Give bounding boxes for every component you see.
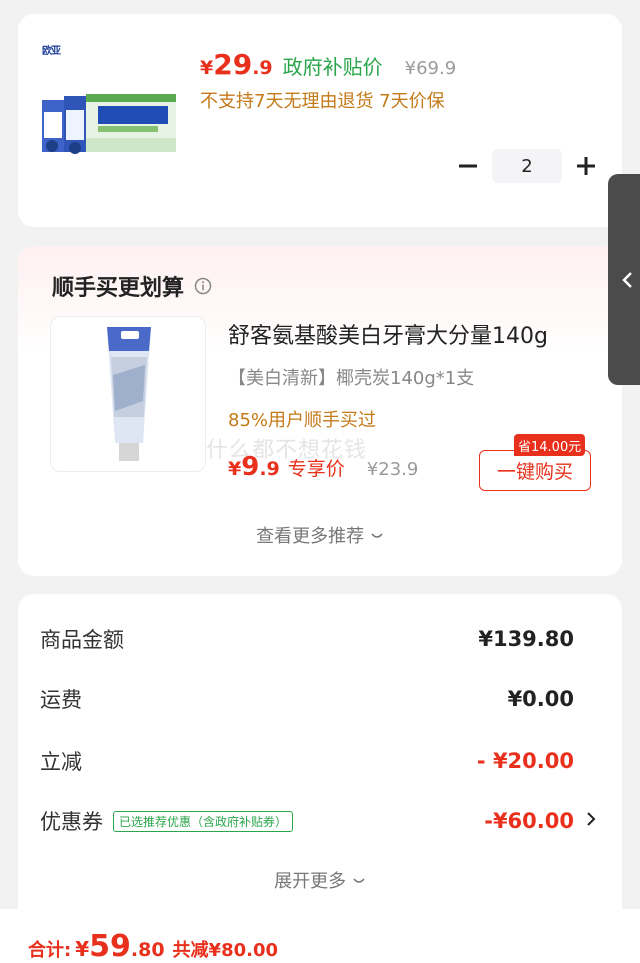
subtotal-value: ¥139.80	[478, 627, 574, 651]
increase-button[interactable]	[568, 148, 604, 184]
recommend-product-spec: 【美白清新】椰壳炭140g*1支	[228, 368, 475, 389]
expand-more-label: 展开更多	[274, 871, 347, 892]
recommend-price-integer: 9	[241, 452, 260, 482]
product-image[interactable]	[42, 94, 176, 156]
one-click-buy-button[interactable]: 一键购买	[479, 450, 591, 491]
discount-label: 立减	[40, 750, 82, 774]
side-panel-handle[interactable]	[608, 174, 640, 385]
subtotal-label: 商品金额	[40, 628, 124, 652]
quantity-input[interactable]: 2	[492, 149, 562, 183]
decrease-button[interactable]	[450, 148, 486, 184]
coupon-label-wrap: 优惠券 已选推荐优惠（含政府补贴券）	[40, 806, 294, 836]
shipping-value: ¥0.00	[507, 687, 574, 711]
return-policy: 不支持7天无理由退货 7天价保	[200, 91, 445, 112]
coupon-tag: 已选推荐优惠（含政府补贴券）	[113, 810, 294, 832]
price-integer: 29	[213, 48, 253, 81]
cart-item-card: 欧亚 ¥ 29 .9 政府补贴价 ¥69.9 不支持7天无理由退货 7天价保 2	[18, 14, 622, 227]
summary-row-coupon[interactable]: 优惠券 已选推荐优惠（含政府补贴券） -¥60.00	[40, 804, 574, 838]
gov-subsidy-label: 政府补贴价	[282, 55, 383, 79]
coupon-label: 优惠券	[40, 810, 103, 834]
chevron-left-icon	[622, 271, 632, 288]
summary-row-discount: 立减 - ¥20.00	[40, 744, 574, 778]
recommend-original-price: ¥23.9	[366, 459, 419, 480]
price-symbol: ¥	[200, 57, 214, 79]
more-recommend-label: 查看更多推荐	[256, 526, 365, 547]
recommend-product-name[interactable]: 舒客氨基酸美白牙膏大分量140g	[228, 318, 548, 350]
order-summary-card: 商品金额 ¥139.80 运费 ¥0.00 立减 - ¥20.00 优惠券 已选…	[18, 594, 622, 934]
expand-more-link[interactable]: 展开更多	[18, 867, 622, 893]
total-symbol: ¥	[75, 937, 90, 961]
recommend-product-image[interactable]	[50, 316, 206, 472]
summary-row-subtotal: 商品金额 ¥139.80	[40, 622, 574, 656]
price-decimal: .9	[252, 57, 273, 79]
coupon-value: -¥60.00	[484, 809, 574, 833]
minus-icon	[459, 164, 477, 168]
save-badge: 省14.00元	[514, 434, 586, 456]
recommend-price-row: ¥ 9 .9 专享价 ¥23.9	[228, 452, 418, 482]
price-row: ¥ 29 .9 政府补贴价 ¥69.9	[200, 48, 456, 84]
recommend-price-decimal: .9	[259, 458, 280, 480]
exclusive-price-label: 专享价	[287, 458, 345, 480]
checkout-bar: 合计: ¥ 59 .80 共减¥80.00	[0, 909, 640, 963]
chevron-down-icon	[353, 878, 365, 883]
chevron-down-icon	[371, 533, 383, 538]
brand-logo: 欧亚	[42, 46, 61, 57]
more-recommend-link[interactable]: 查看更多推荐	[18, 522, 622, 548]
total-decimal: .80	[130, 939, 165, 961]
buyers-percentage: 85%用户顺手买过	[228, 410, 377, 431]
chevron-right-icon[interactable]	[584, 810, 598, 828]
quantity-stepper: 2	[450, 148, 604, 184]
original-price: ¥69.9	[404, 58, 457, 79]
total-savings: 共减¥80.00	[172, 940, 279, 961]
discount-value: - ¥20.00	[476, 749, 574, 773]
summary-row-shipping: 运费 ¥0.00	[40, 682, 574, 716]
recommend-price-symbol: ¥	[228, 458, 242, 480]
total-amount: 合计: ¥ 59 .80 共减¥80.00	[28, 929, 278, 963]
recommend-title: 顺手买更划算	[52, 270, 212, 302]
plus-icon	[577, 157, 595, 175]
recommend-card: 顺手买更划算 舒客氨基酸美白牙膏大分量140g 【美白清新】椰壳炭140g*1支…	[18, 246, 622, 576]
total-integer: 59	[89, 929, 131, 963]
shipping-label: 运费	[40, 688, 82, 712]
recommend-title-text: 顺手买更划算	[52, 276, 185, 301]
info-icon[interactable]	[194, 277, 212, 295]
total-label: 合计:	[28, 940, 72, 961]
